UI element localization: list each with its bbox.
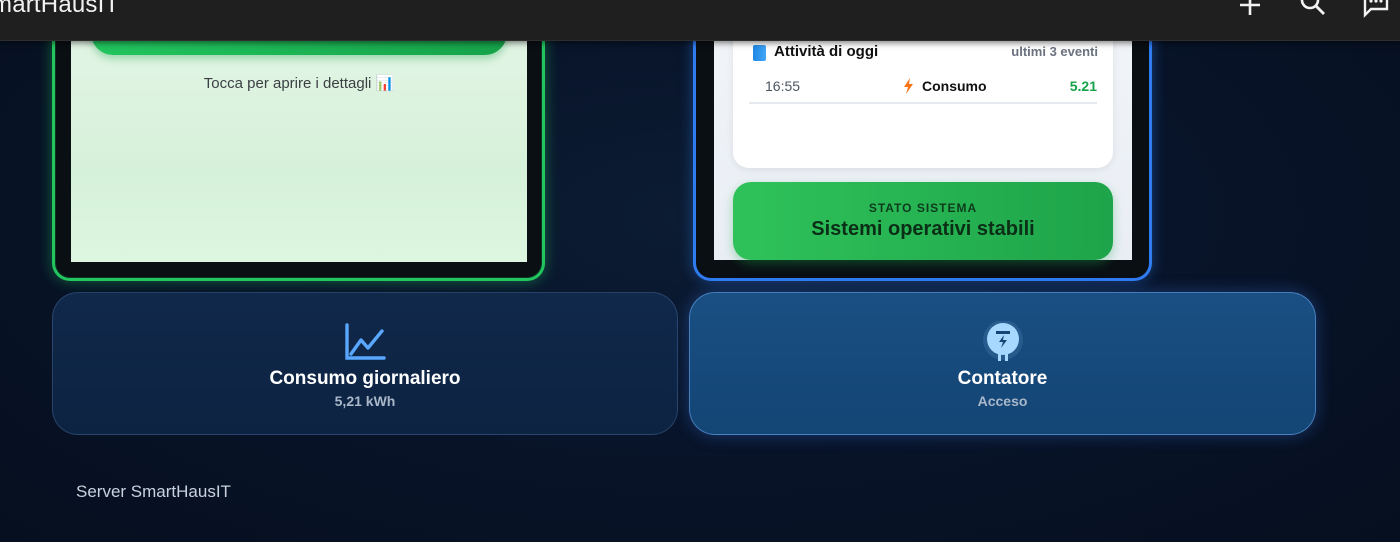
event-label: Consumo	[922, 78, 987, 94]
system-status-card[interactable]: Attività di oggi ultimi 3 eventi 16:55 C…	[693, 30, 1152, 281]
activity-note: ultimi 3 eventi	[1011, 44, 1098, 59]
book-icon	[753, 45, 766, 61]
meter-icon	[981, 320, 1025, 363]
server-footer: Server SmartHausIT	[76, 482, 231, 501]
activity-header: Attività di oggi ultimi 3 eventi	[753, 43, 1098, 63]
chart-line-icon	[343, 321, 387, 363]
event-time: 16:55	[765, 78, 801, 94]
feedback-icon[interactable]	[1362, 0, 1390, 19]
activity-title: Attività di oggi	[774, 43, 879, 60]
search-icon[interactable]	[1299, 0, 1327, 19]
tile-title: Contatore	[957, 368, 1048, 389]
daily-consumption-tile[interactable]: Consumo giornaliero 5,21 kWh	[52, 292, 678, 435]
status-kicker: STATO SISTEMA	[868, 201, 978, 215]
status-message: Sistemi operativi stabili	[811, 218, 1035, 240]
activity-row: 16:55 Consumo 5.21	[749, 70, 1097, 104]
energy-card-body: Tocca per aprire i dettagli 📊	[71, 30, 527, 262]
open-details-hint: Tocca per aprire i dettagli 📊	[203, 75, 395, 92]
system-card-body: Attività di oggi ultimi 3 eventi 16:55 C…	[714, 30, 1132, 260]
today-activity-panel: Attività di oggi ultimi 3 eventi 16:55 C…	[733, 30, 1113, 168]
system-status-banner: STATO SISTEMA Sistemi operativi stabili	[733, 182, 1113, 260]
energy-detail-card[interactable]: Tocca per aprire i dettagli 📊	[52, 30, 545, 281]
tile-subtitle: 5,21 kWh	[334, 393, 396, 409]
app-title: martHausIT	[0, 0, 120, 18]
meter-tile[interactable]: Contatore Acceso	[689, 292, 1316, 435]
top-app-bar: martHausIT	[0, 0, 1400, 41]
lightning-icon	[903, 78, 915, 94]
tile-subtitle: Acceso	[977, 393, 1028, 409]
tile-title: Consumo giornaliero	[269, 368, 461, 389]
event-value: 5.21	[1069, 78, 1097, 94]
add-icon[interactable]	[1236, 0, 1264, 19]
